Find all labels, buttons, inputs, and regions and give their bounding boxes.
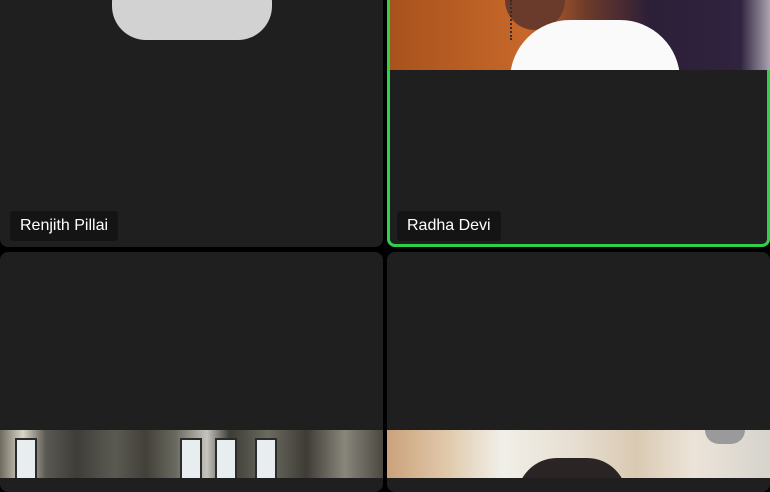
participant-video-feed (387, 430, 770, 478)
video-window (215, 438, 237, 478)
video-subject-necklace (510, 0, 520, 40)
participant-tile-renjith-pillai[interactable]: Renjith Pillai (0, 0, 383, 247)
wall-clock (705, 430, 745, 444)
participant-video-feed (390, 0, 770, 70)
video-window (15, 438, 37, 478)
participant-tile-radha-devi[interactable]: Radha Devi (387, 0, 770, 247)
participant-video-feed (0, 430, 383, 478)
participant-tile[interactable] (387, 252, 770, 492)
participant-name-label: Radha Devi (397, 211, 501, 241)
avatar-placeholder (112, 0, 272, 40)
video-subject (517, 458, 627, 478)
video-window (180, 438, 202, 478)
video-window (255, 438, 277, 478)
participant-tile[interactable] (0, 252, 383, 492)
participant-name-label: Renjith Pillai (10, 211, 119, 241)
